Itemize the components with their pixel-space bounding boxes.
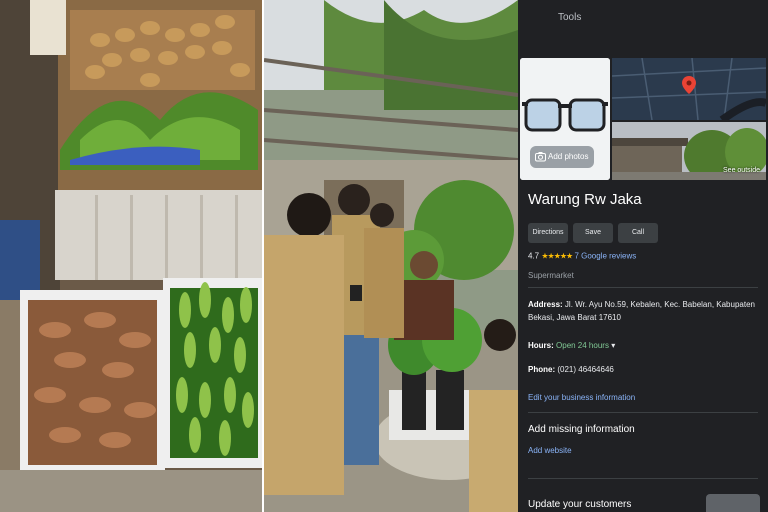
map-thumbnail[interactable] (612, 58, 766, 120)
hours-expand-icon[interactable]: ▾ (611, 341, 615, 350)
address-row: Address: Jl. Wr. Ayu No.59, Kebalen, Kec… (528, 298, 758, 324)
market-produce-illustration (0, 0, 262, 512)
update-customers-button[interactable] (706, 494, 760, 512)
business-profile-panel: Tools Add photos See outside Warung Rw J… (518, 0, 768, 512)
address-label: Address: (528, 300, 563, 309)
phone-row: Phone: (021) 46464646 (528, 363, 758, 376)
rating-value: 4.7 (528, 251, 540, 261)
rating-row: 4.7 ★★★★★ 7 Google reviews (528, 251, 636, 260)
save-button[interactable]: Save (573, 223, 613, 243)
map-pin-icon (682, 76, 696, 94)
garden-group-photo (264, 0, 518, 512)
garden-group-illustration (264, 0, 518, 512)
directions-button[interactable]: Directions (528, 223, 568, 243)
phone-value[interactable]: (021) 46464646 (557, 365, 614, 374)
business-name: Warung Rw Jaka (528, 191, 642, 208)
photos-strip: Add photos See outside (520, 58, 766, 180)
hours-label: Hours: (528, 341, 554, 350)
google-reviews-link[interactable]: 7 Google reviews (574, 251, 636, 260)
update-customers-heading: Update your customers (528, 499, 632, 510)
add-photos-label: Add photos (548, 152, 589, 161)
divider (528, 478, 758, 479)
hours-row: Hours: Open 24 hours ▾ (528, 339, 758, 352)
see-outside-label: See outside (723, 167, 760, 174)
see-outside-thumbnail[interactable]: See outside (612, 122, 766, 180)
divider (528, 287, 758, 288)
divider (528, 412, 758, 413)
address-value[interactable]: Jl. Wr. Ayu No.59, Kebalen, Kec. Babelan… (528, 300, 755, 322)
add-website-link[interactable]: Add website (528, 446, 572, 455)
camera-icon (535, 152, 546, 162)
rating-stars: ★★★★★ (541, 251, 573, 261)
phone-label: Phone: (528, 365, 556, 374)
call-button[interactable]: Call (618, 223, 658, 243)
missing-info-heading: Add missing information (528, 424, 635, 435)
tools-tab[interactable]: Tools (558, 12, 581, 23)
add-photos-card[interactable]: Add photos (520, 58, 610, 180)
business-category: Supermarket (528, 271, 574, 280)
market-produce-photo (0, 0, 262, 512)
edit-business-info-link[interactable]: Edit your business information (528, 393, 635, 402)
top-bar: Tools (518, 0, 768, 36)
add-photos-button[interactable]: Add photos (530, 146, 594, 168)
hours-value[interactable]: Open 24 hours (556, 341, 609, 350)
